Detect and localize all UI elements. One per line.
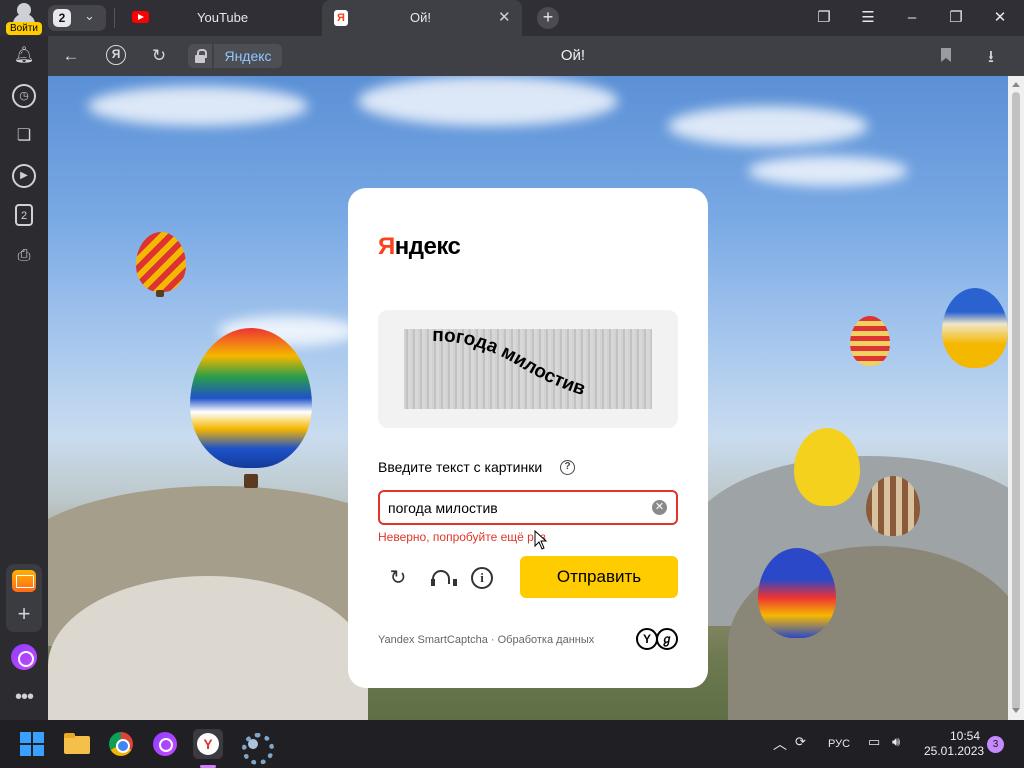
captcha-card: Яндекс погода милостив Введите текст с к… <box>348 188 708 688</box>
profile-button[interactable]: Войти <box>6 3 42 35</box>
download-icon[interactable]: ⭳ <box>988 44 994 73</box>
smartcaptcha-footer[interactable]: Yandex SmartCaptcha · Обработка данных <box>378 634 594 646</box>
captcha-answer-input[interactable] <box>378 490 678 525</box>
notifications-bell-icon[interactable]: 🔔︎ <box>12 44 36 68</box>
page-scrollbar[interactable] <box>1008 76 1024 720</box>
captcha-prompt: Введите текст с картинки <box>378 459 543 475</box>
browser-tab-strip: Войти 2 ⌄ YouTube Я Ой! ✕ + ❐ ☰ – ❐ ✕ <box>0 0 1024 36</box>
hot-air-balloon <box>942 288 1008 368</box>
back-button[interactable]: ← <box>58 44 84 68</box>
clock-date: 25.01.2023 <box>924 744 985 758</box>
hot-air-balloon <box>190 328 312 468</box>
tab-active[interactable]: Я Ой! ✕ <box>322 0 522 36</box>
hot-air-balloon <box>866 476 920 536</box>
minimize-button[interactable]: – <box>900 6 924 30</box>
menu-icon[interactable]: ☰ <box>856 6 880 30</box>
browser-toolbar: ← Я ↻ Яндекс Ой! ⭳ <box>48 36 1024 76</box>
tab-divider <box>114 8 115 28</box>
maximize-button[interactable]: ❐ <box>944 6 968 30</box>
language-indicator[interactable]: РУС <box>828 738 850 750</box>
chrome-icon[interactable] <box>106 729 136 759</box>
hot-air-balloon <box>136 232 186 292</box>
browser-sidebar: 🔔︎ ◷ ❏ ▶ 2 ⎙ + ••• <box>0 36 48 720</box>
reload-button[interactable]: ↻ <box>146 44 172 68</box>
windows-taskbar: ︿ ⟳ РУС ▭ 🔊︎ 10:54 25.01.2023 3 <box>0 720 1024 768</box>
cloud <box>668 106 868 146</box>
scroll-thumb[interactable] <box>1012 92 1020 710</box>
volume-icon[interactable]: 🔊︎ <box>892 734 900 750</box>
alice-assistant-icon[interactable] <box>11 644 37 670</box>
submit-button[interactable]: Отправить <box>520 556 678 598</box>
collections-sidebar-icon[interactable]: ❏ <box>12 124 36 148</box>
settings-gear-icon[interactable] <box>238 729 274 765</box>
scroll-down-icon[interactable] <box>1012 708 1020 713</box>
notification-count-badge[interactable]: 3 <box>987 736 1004 753</box>
tab-count-badge: 2 <box>53 9 71 27</box>
add-app-icon[interactable]: + <box>12 602 36 626</box>
hot-air-balloon <box>794 428 860 506</box>
screenshot-camera-icon[interactable]: ⎙ <box>12 244 36 268</box>
lock-icon[interactable] <box>188 44 212 68</box>
help-icon[interactable]: ? <box>560 460 575 475</box>
youtube-icon <box>132 11 149 23</box>
info-icon[interactable]: i <box>471 567 493 589</box>
error-message: Неверно, попробуйте ещё раз <box>378 530 546 544</box>
close-tab-icon[interactable]: ✕ <box>498 8 511 26</box>
address-bar-title[interactable]: Ой! <box>538 47 608 64</box>
cloud <box>88 86 308 126</box>
tabs-count-sidebar-icon[interactable]: 2 <box>15 204 33 226</box>
cloud <box>358 76 618 126</box>
captcha-distorted-text: погода милостив <box>432 329 588 400</box>
yandex-logo: Яндекс <box>378 233 461 260</box>
yandex-favicon-icon: Я <box>334 10 348 26</box>
yandex-home-button[interactable]: Я <box>106 45 126 65</box>
mail-icon[interactable] <box>12 570 36 592</box>
collections-icon[interactable]: ❐ <box>812 6 836 30</box>
login-label: Войти <box>6 22 42 35</box>
clock-time: 10:54 <box>949 729 980 743</box>
tab-title: Ой! <box>410 10 431 25</box>
tab-title: YouTube <box>197 10 249 25</box>
refresh-captcha-icon[interactable]: ↻ <box>386 566 410 590</box>
cloud <box>748 156 908 186</box>
sync-icon[interactable]: ⟳ <box>795 734 806 750</box>
scroll-up-icon[interactable] <box>1012 82 1020 87</box>
sidebar-apps-panel: + <box>6 564 42 632</box>
audio-captcha-headphones-icon[interactable] <box>428 566 457 590</box>
mouse-cursor-icon <box>534 530 548 550</box>
video-play-icon[interactable]: ▶ <box>12 164 36 188</box>
chevron-down-icon: ⌄ <box>84 8 95 23</box>
alice-taskbar-icon[interactable] <box>150 729 180 759</box>
tray-overflow-chevron-icon[interactable]: ︿ <box>773 734 787 754</box>
more-options-icon[interactable]: ••• <box>12 686 36 709</box>
network-icon[interactable]: ▭ <box>868 734 880 750</box>
tab-list-button[interactable]: 2 ⌄ <box>48 5 106 31</box>
windows-start-icon[interactable] <box>20 732 44 756</box>
hot-air-balloon <box>850 316 890 366</box>
smartcaptcha-logo-icon: Y ℊ <box>636 628 680 650</box>
new-tab-button[interactable]: + <box>537 7 559 29</box>
tab-youtube[interactable]: YouTube <box>122 0 322 36</box>
yandex-browser-taskbar-icon[interactable] <box>193 729 223 759</box>
close-window-button[interactable]: ✕ <box>988 6 1012 30</box>
hot-air-balloon <box>758 548 836 638</box>
bookmark-icon[interactable] <box>941 48 951 62</box>
file-explorer-icon[interactable] <box>62 729 92 759</box>
system-clock[interactable]: 10:54 25.01.2023 <box>924 729 985 759</box>
clear-input-icon[interactable]: ✕ <box>652 500 667 515</box>
captcha-image: погода милостив <box>404 329 652 409</box>
history-icon[interactable]: ◷ <box>12 84 36 108</box>
site-domain-label[interactable]: Яндекс <box>214 44 282 68</box>
captcha-image-container: погода милостив <box>378 310 678 428</box>
svg-text:погода милостив: погода милостив <box>432 329 588 400</box>
